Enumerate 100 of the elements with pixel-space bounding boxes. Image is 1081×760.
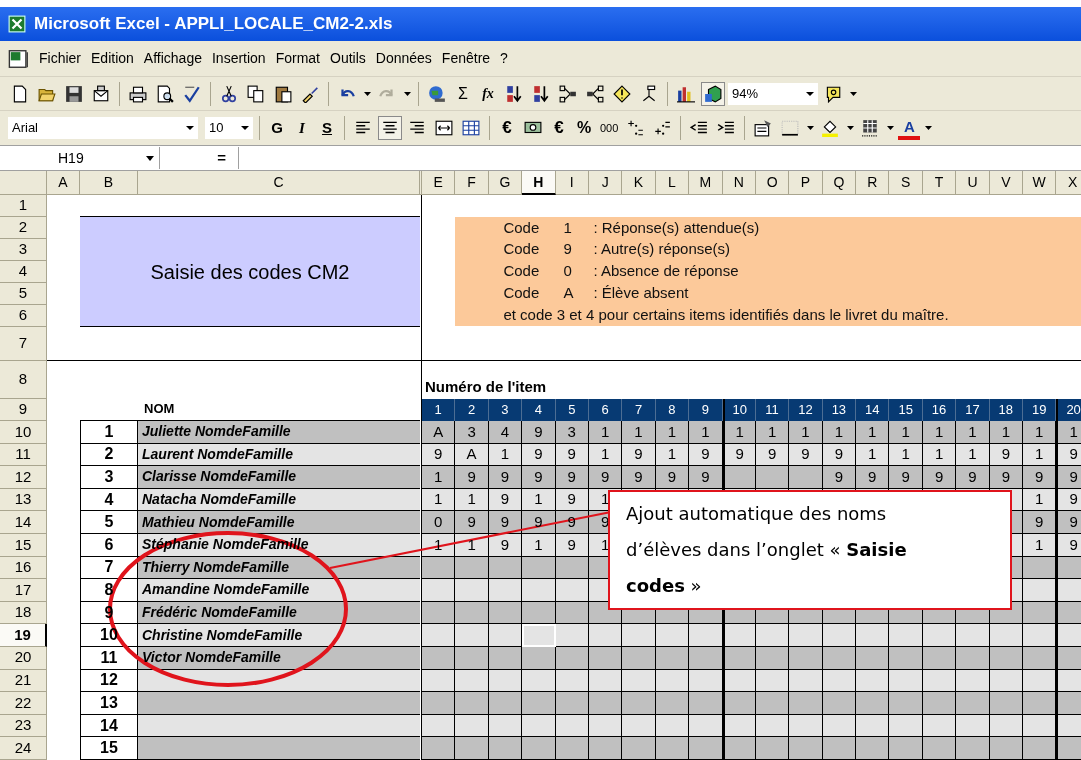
column-header[interactable]: M	[689, 171, 723, 195]
cube-icon[interactable]	[701, 81, 725, 106]
toolbar-button[interactable]: G	[266, 116, 288, 140]
column-header[interactable]: L	[655, 171, 690, 195]
column-header[interactable]: A	[47, 171, 80, 195]
table-cell	[689, 624, 723, 647]
table-cell	[889, 646, 923, 670]
row-header[interactable]: 14	[0, 511, 47, 534]
code-value: 0	[563, 261, 573, 282]
menu-item[interactable]: Fenêtre	[436, 48, 496, 69]
row-header[interactable]: 2	[0, 217, 47, 239]
table-cell	[755, 624, 790, 647]
toolbar-button[interactable]: %	[573, 116, 595, 140]
row-header[interactable]: 22	[0, 692, 47, 715]
column-header[interactable]: C	[138, 171, 420, 195]
align-center-icon[interactable]	[378, 116, 402, 140]
column-header[interactable]: K	[622, 171, 656, 195]
code-label: Code	[503, 261, 541, 282]
row-header[interactable]: 7	[0, 327, 47, 361]
menu-item[interactable]: Données	[370, 48, 437, 69]
column-header[interactable]: X	[1056, 171, 1081, 195]
table-cell	[722, 466, 756, 489]
column-header[interactable]: S	[889, 171, 923, 195]
row-header[interactable]: 12	[0, 466, 47, 489]
font-color-button[interactable]: A	[898, 116, 921, 140]
row-header[interactable]: 10	[0, 421, 47, 444]
column-header[interactable]: F	[455, 171, 489, 195]
toolbar-button[interactable]: S	[316, 116, 338, 140]
row-header[interactable]: 15	[0, 533, 47, 557]
row-header[interactable]: 16	[0, 556, 47, 580]
column-header[interactable]: N	[722, 171, 756, 195]
row-header[interactable]: 11	[0, 443, 47, 467]
row-header[interactable]: 3	[0, 239, 47, 261]
student-name: Clarisse NomdeFamille	[138, 466, 420, 489]
row-header[interactable]: 19	[0, 624, 47, 647]
table-cell	[1056, 579, 1081, 602]
formula-equals[interactable]: =	[160, 146, 238, 170]
table-cell	[889, 737, 923, 760]
column-header[interactable]: V	[989, 171, 1024, 195]
row-header[interactable]: 1	[0, 195, 47, 217]
zoom-field[interactable]: 94%	[728, 82, 818, 105]
row-header[interactable]: 20	[0, 646, 47, 670]
row-header[interactable]: 13	[0, 488, 47, 512]
menu-item[interactable]: Edition	[86, 48, 139, 69]
table-cell	[522, 624, 556, 647]
column-header[interactable]: P	[789, 171, 823, 195]
toolbar-button[interactable]: €	[496, 116, 518, 140]
column-header[interactable]: B	[80, 171, 138, 195]
column-header[interactable]: G	[488, 171, 523, 195]
column-header[interactable]: W	[1023, 171, 1057, 195]
table-cell	[422, 714, 456, 738]
code-cell: 9	[1023, 511, 1057, 534]
toolbar-button[interactable]: fx	[477, 81, 499, 106]
code-cell: 1	[889, 443, 923, 467]
table-cell	[555, 624, 589, 647]
menu-item[interactable]: Affichage	[138, 48, 207, 69]
workbook-icon[interactable]	[8, 47, 30, 70]
table-cell	[522, 579, 556, 602]
toolbar-button[interactable]: I	[291, 116, 313, 140]
row-header[interactable]: 23	[0, 714, 47, 738]
column-header[interactable]: J	[588, 171, 623, 195]
name-box[interactable]: H19	[0, 147, 160, 169]
dropdown-caret-icon[interactable]	[145, 154, 155, 162]
font-size-field[interactable]: 10	[205, 117, 253, 139]
row-number: 5	[80, 511, 138, 534]
row-header[interactable]: 24	[0, 737, 47, 760]
row-header[interactable]: 8	[0, 361, 47, 399]
column-header[interactable]: O	[755, 171, 790, 195]
callout-box: Ajout automatique des noms d’élèves dans l’onglet « Saisie codes »	[608, 490, 1012, 610]
menu-item[interactable]: ?	[495, 48, 513, 69]
table-cell	[956, 646, 990, 670]
table-cell	[856, 669, 890, 693]
font-name-field[interactable]: Arial	[8, 117, 198, 139]
code-cell: 1	[889, 421, 923, 444]
column-header[interactable]: H	[522, 171, 556, 195]
row-number: 1	[80, 421, 138, 444]
toolbar-button[interactable]: 000	[598, 116, 621, 140]
row-header[interactable]: 6	[0, 305, 47, 327]
table-cell	[455, 601, 489, 625]
row-header[interactable]: 18	[0, 601, 47, 625]
toolbar-button[interactable]: €	[548, 116, 570, 140]
row-header[interactable]: 17	[0, 579, 47, 602]
row-header[interactable]: 21	[0, 669, 47, 693]
menu-item[interactable]: Outils	[325, 48, 371, 69]
item-number: 5	[555, 399, 589, 421]
menu-item[interactable]: Insertion	[206, 48, 271, 69]
menu-item[interactable]: Fichier	[34, 48, 86, 69]
column-header[interactable]: I	[555, 171, 589, 195]
row-header[interactable]: 5	[0, 283, 47, 305]
table-cell	[622, 737, 656, 760]
row-header[interactable]: 9	[0, 399, 47, 421]
column-header[interactable]: E	[422, 171, 456, 195]
column-header[interactable]: U	[956, 171, 990, 195]
column-header[interactable]: Q	[822, 171, 857, 195]
row-header[interactable]: 4	[0, 261, 47, 283]
column-header[interactable]: R	[856, 171, 890, 195]
menu-item[interactable]: Format	[270, 48, 325, 69]
column-header[interactable]: T	[922, 171, 957, 195]
table-cell	[1023, 601, 1057, 625]
toolbar-button[interactable]: Σ	[452, 81, 474, 106]
